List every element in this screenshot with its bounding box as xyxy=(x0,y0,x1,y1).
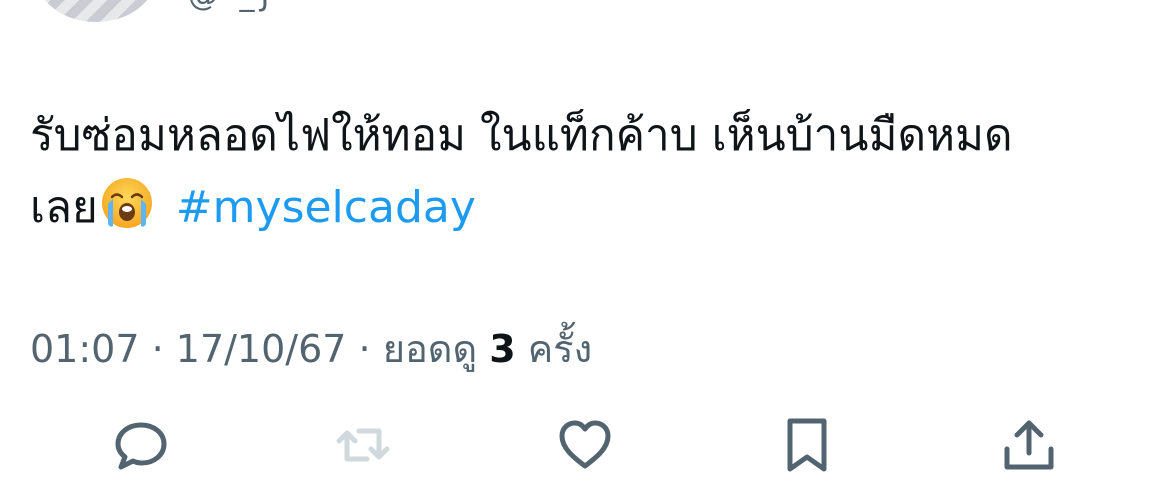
loudly-crying-face-emoji-icon xyxy=(100,176,154,230)
avatar[interactable] xyxy=(36,0,156,22)
meta-separator: · xyxy=(139,327,176,371)
reply-button[interactable] xyxy=(108,412,174,478)
retweet-button[interactable] xyxy=(330,412,396,478)
tweet-text: รับซ่อมหลอดไฟให้ทอม ในแท็กค้าบ เห็นบ้านม… xyxy=(30,100,1130,244)
tweet-text-line1: รับซ่อมหลอดไฟให้ทอม ในแท็กค้าบ เห็นบ้านม… xyxy=(30,110,1013,161)
meta-separator: · xyxy=(346,327,383,371)
tweet-meta: 01:07 · 17/10/67 · ยอดดู 3 ครั้ง xyxy=(30,318,592,379)
retweet-icon xyxy=(336,428,390,462)
tweet-date[interactable]: 17/10/67 xyxy=(176,327,347,371)
views-count: 3 xyxy=(489,327,516,371)
share-icon xyxy=(1004,420,1054,470)
tweet-text-line2: เลย xyxy=(30,182,98,233)
views-suffix: ครั้ง xyxy=(515,327,593,371)
reply-icon xyxy=(115,422,167,470)
action-bar xyxy=(0,412,1170,478)
share-button[interactable] xyxy=(996,412,1062,478)
bookmark-icon xyxy=(787,418,827,472)
views-prefix: ยอดดู xyxy=(382,327,490,371)
like-button[interactable] xyxy=(552,412,618,478)
hashtag-link[interactable]: #myselcaday xyxy=(176,182,476,233)
author-handle[interactable]: @ _J xyxy=(188,0,275,13)
tweet-time[interactable]: 01:07 xyxy=(30,327,140,371)
heart-icon xyxy=(559,420,611,469)
bookmark-button[interactable] xyxy=(774,412,840,478)
